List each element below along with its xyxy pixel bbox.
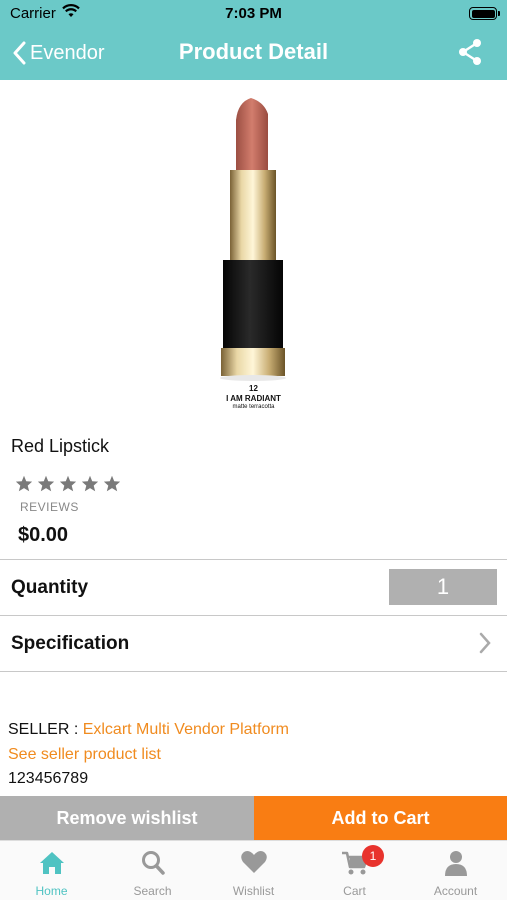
seller-products-link[interactable]: See seller product list: [8, 746, 161, 764]
seller-prefix: SELLER :: [8, 721, 83, 738]
shade-finish: matte terracotta: [232, 404, 275, 410]
cart-badge: 1: [362, 845, 384, 867]
cart-icon: [304, 849, 405, 879]
product-image: 12 I AM RADIANT matte terracotta: [0, 80, 507, 420]
clock: 7:03 PM: [225, 5, 282, 22]
status-bar: Carrier 7:03 PM: [0, 0, 507, 28]
tab-search-label: Search: [133, 884, 172, 898]
rating-stars: [15, 475, 121, 492]
divider: [0, 559, 507, 560]
shade-name: I AM RADIANT: [226, 394, 281, 403]
star-icon: [103, 475, 121, 492]
seller-info: SELLER : Exlcart Multi Vendor Platform: [8, 721, 289, 739]
shade-number: 12: [249, 384, 258, 393]
page-title: Product Detail: [178, 39, 329, 64]
star-icon: [81, 475, 99, 492]
product-name: Red Lipstick: [11, 436, 110, 456]
product-price: $0.00: [18, 524, 69, 546]
seller-phone: 123456789: [8, 770, 89, 787]
tab-bar: Home Search Wishlist 1 Cart Account: [0, 840, 507, 900]
user-icon: [405, 849, 506, 879]
tab-account-label: Account: [433, 884, 478, 898]
tab-home[interactable]: Home: [1, 841, 102, 900]
tab-wishlist-label: Wishlist: [232, 884, 275, 898]
tab-cart-label: Cart: [343, 884, 366, 898]
product-detail-screen: Carrier 7:03 PM Evendor Product Detail 1…: [0, 0, 507, 900]
quantity-label: Quantity: [11, 577, 89, 598]
chevron-right-icon[interactable]: [479, 632, 491, 659]
search-icon: [102, 849, 203, 879]
header: Carrier 7:03 PM Evendor Product Detail: [0, 0, 507, 80]
tab-cart[interactable]: 1 Cart: [304, 841, 405, 900]
star-icon: [15, 475, 33, 492]
share-icon[interactable]: [457, 38, 483, 71]
seller-name[interactable]: Exlcart Multi Vendor Platform: [83, 721, 289, 738]
lipstick-image: [220, 98, 286, 381]
star-icon: [59, 475, 77, 492]
heart-icon: [203, 849, 304, 879]
tab-account[interactable]: Account: [405, 841, 506, 900]
star-icon: [37, 475, 55, 492]
home-icon: [1, 849, 102, 879]
remove-wishlist-button[interactable]: Remove wishlist: [0, 796, 254, 840]
quantity-input[interactable]: 1: [389, 569, 497, 605]
divider: [0, 671, 507, 672]
tab-wishlist[interactable]: Wishlist: [203, 841, 304, 900]
battery-icon: [469, 7, 500, 20]
divider: [0, 615, 507, 616]
specification-row[interactable]: Specification: [11, 633, 129, 655]
tab-search[interactable]: Search: [102, 841, 203, 900]
add-to-cart-button[interactable]: Add to Cart: [254, 796, 507, 840]
tab-home-label: Home: [35, 884, 68, 898]
reviews-label[interactable]: REVIEWS: [20, 500, 79, 514]
